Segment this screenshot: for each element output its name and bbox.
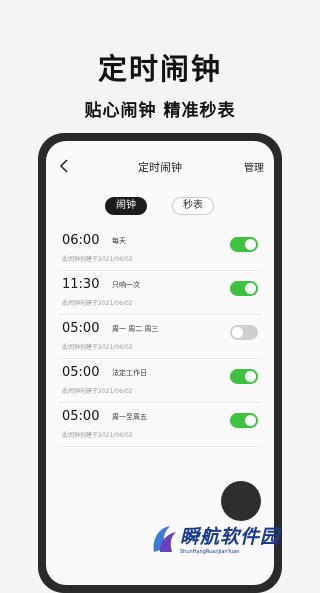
alarm-repeat: 只响一次: [112, 281, 140, 289]
list-item[interactable]: 05:00 周一至周五 此闹钟创建于2021/06/02: [58, 403, 262, 447]
alarm-time: 11:30: [62, 277, 100, 292]
watermark-text: 瞬航软件园: [180, 526, 281, 548]
watermark: 瞬航软件园 ShunHangRuanJianYuan: [150, 520, 290, 566]
alarm-repeat: 周一至周五: [112, 413, 147, 421]
watermark-logo-icon: [153, 526, 176, 552]
list-item[interactable]: 05:00 周一 周二 周三 此闹钟创建于2021/06/02: [58, 315, 262, 359]
list-item[interactable]: 05:00 法定工作日 此闹钟创建于2021/06/02: [58, 359, 262, 403]
alarm-list: 06:00 每天 此闹钟创建于2021/06/02 11:30 只响一次 此闹钟…: [46, 227, 274, 447]
alarm-toggle[interactable]: [230, 281, 258, 296]
tab-alarm[interactable]: 闹钟: [105, 197, 147, 215]
alarm-created: 此闹钟创建于2021/06/02: [62, 344, 133, 351]
tab-bar: 闹钟 秒表: [46, 197, 274, 219]
add-alarm-button[interactable]: [221, 481, 261, 521]
list-item[interactable]: 11:30 只响一次 此闹钟创建于2021/06/02: [58, 271, 262, 315]
toggle-knob: [245, 371, 256, 382]
promo-title: 定时闹钟: [97, 52, 222, 86]
nav-bar: 定时闹钟 管理: [46, 157, 274, 177]
list-item[interactable]: 06:00 每天 此闹钟创建于2021/06/02: [58, 227, 262, 271]
alarm-time: 05:00: [62, 409, 100, 424]
alarm-repeat: 周一 周二 周三: [112, 325, 159, 333]
toggle-knob: [232, 327, 243, 338]
alarm-toggle[interactable]: [230, 325, 258, 340]
alarm-created: 此闹钟创建于2021/06/02: [62, 300, 133, 307]
alarm-repeat: 每天: [112, 237, 126, 245]
alarm-created: 此闹钟创建于2021/06/02: [62, 256, 133, 263]
alarm-time: 05:00: [62, 321, 100, 336]
promo-subtitle: 贴心闹钟 精准秒表: [84, 101, 236, 121]
alarm-created: 此闹钟创建于2021/06/02: [62, 388, 133, 395]
alarm-time: 06:00: [62, 233, 100, 248]
alarm-repeat: 法定工作日: [112, 369, 147, 377]
alarm-toggle[interactable]: [230, 369, 258, 384]
app-screen: 定时闹钟 管理 闹钟 秒表 06:00 每天 此闹钟创建于2021/06/02 …: [46, 141, 274, 585]
alarm-toggle[interactable]: [230, 413, 258, 428]
toggle-knob: [245, 239, 256, 250]
watermark-subtext: ShunHangRuanJianYuan: [180, 549, 240, 555]
toggle-knob: [245, 283, 256, 294]
alarm-toggle[interactable]: [230, 237, 258, 252]
toggle-knob: [245, 415, 256, 426]
alarm-time: 05:00: [62, 365, 100, 380]
manage-button[interactable]: 管理: [244, 159, 264, 174]
tab-stopwatch[interactable]: 秒表: [172, 197, 214, 215]
alarm-created: 此闹钟创建于2021/06/02: [62, 432, 133, 439]
page-title: 定时闹钟: [138, 161, 182, 174]
